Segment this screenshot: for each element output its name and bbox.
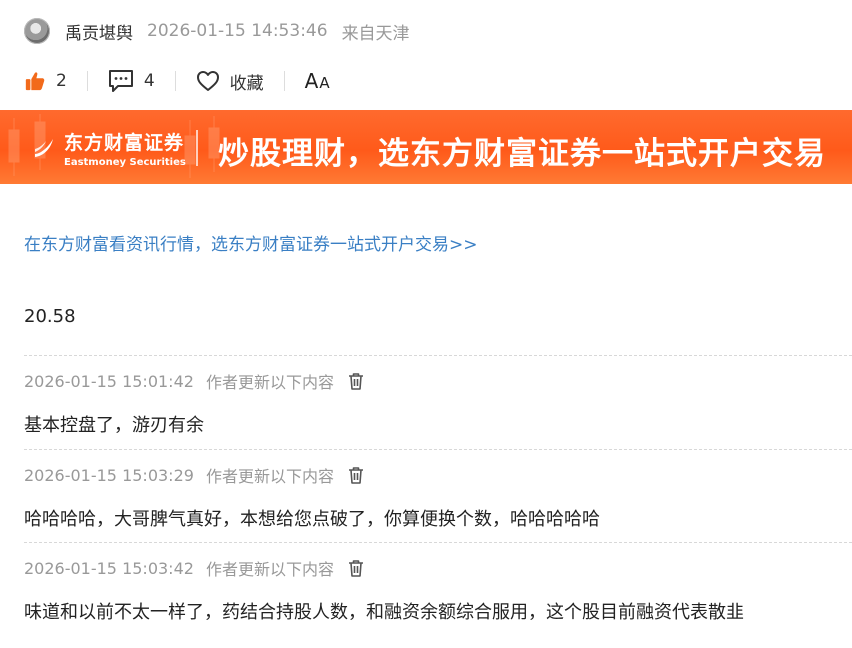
font-large-glyph: A [304,69,319,93]
comment-button[interactable]: 4 [108,69,155,93]
heart-icon [196,71,219,91]
banner-divider [196,130,198,166]
like-count: 2 [56,71,67,91]
favorite-button[interactable]: 收藏 [196,69,264,94]
update-time: 2026-01-15 15:01:42 [24,371,194,391]
logo-cn: 东方财富证券 [64,132,185,154]
post-content: 20.58 [24,306,76,327]
favorite-label: 收藏 [229,73,264,94]
update-time: 2026-01-15 15:03:29 [24,465,194,485]
trash-icon[interactable] [348,372,364,390]
update-header: 2026-01-15 15:03:42 作者更新以下内容 [24,553,852,583]
eastmoney-logo-icon [35,139,53,157]
update-block: 2026-01-15 15:03:42 作者更新以下内容 味道和以前不太一样了，… [24,542,852,624]
update-block: 2026-01-15 15:01:42 作者更新以下内容 基本控盘了，游刃有余 [24,355,852,437]
comment-count: 4 [143,71,155,91]
update-label: 作者更新以下内容 [205,560,334,579]
post-time: 2026-01-15 14:53:46 [147,21,328,41]
font-small-glyph: A [319,74,330,92]
promo-link[interactable]: 在东方财富看资讯行情，选东方财富证券一站式开户交易>> [24,230,478,255]
post-location: 来自天津 [341,23,410,44]
comment-icon [108,70,133,92]
update-block: 2026-01-15 15:03:29 作者更新以下内容 哈哈哈哈，大哥脾气真好… [24,449,852,531]
thumbs-up-icon [25,72,45,91]
author-row: 禹贡堪舆 2026-01-15 14:53:46 来自天津 [24,16,410,46]
divider [174,71,176,91]
action-bar: 2 4 收藏 AA [24,64,330,98]
banner-ad[interactable]: 东方财富证券 Eastmoney Securities 炒股理财，选东方财富证券… [0,110,852,184]
update-label: 作者更新以下内容 [205,373,334,392]
update-text: 哈哈哈哈，大哥脾气真好，本想给您点破了，你算便换个数，哈哈哈哈哈 [24,509,600,530]
divider [283,71,285,91]
trash-icon[interactable] [348,559,364,577]
author-name[interactable]: 禹贡堪舆 [65,19,133,44]
eastmoney-logo: 东方财富证券 Eastmoney Securities [32,128,186,168]
update-text: 基本控盘了，游刃有余 [24,415,204,436]
trash-icon[interactable] [348,466,364,484]
banner-slogan: 炒股理财，选东方财富证券一站式开户交易 [218,136,826,172]
like-button[interactable]: 2 [24,70,67,92]
update-time: 2026-01-15 15:03:42 [24,558,194,578]
update-header: 2026-01-15 15:03:29 作者更新以下内容 [24,460,852,490]
avatar[interactable] [24,18,50,44]
logo-text: 东方财富证券 Eastmoney Securities [64,128,186,168]
divider [86,71,88,91]
update-text: 味道和以前不太一样了，药结合持股人数，和融资余额综合服用，这个股目前融资代表散韭 [24,602,744,623]
update-header: 2026-01-15 15:01:42 作者更新以下内容 [24,366,852,396]
font-size-button[interactable]: AA [305,69,330,93]
update-label: 作者更新以下内容 [205,467,334,486]
logo-en: Eastmoney Securities [64,157,186,168]
